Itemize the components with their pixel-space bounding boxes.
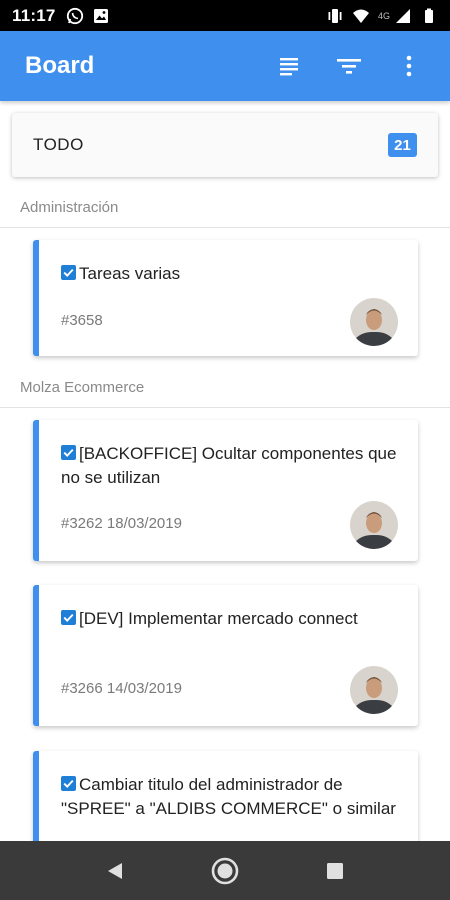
avatar bbox=[350, 666, 398, 714]
signal-icon bbox=[396, 8, 410, 23]
recents-icon bbox=[327, 862, 343, 879]
list-view-icon bbox=[280, 58, 298, 76]
home-button[interactable] bbox=[205, 851, 245, 891]
home-icon bbox=[211, 857, 239, 884]
checkbox-icon bbox=[61, 776, 76, 791]
app-actions bbox=[273, 50, 425, 82]
filter-button[interactable] bbox=[333, 50, 365, 82]
more-vert-icon bbox=[406, 55, 412, 77]
checkbox-icon bbox=[61, 610, 76, 625]
task-card[interactable]: Cambiar titulo del administrador de "SPR… bbox=[33, 751, 418, 841]
image-icon bbox=[93, 8, 108, 23]
checkbox-icon bbox=[61, 265, 76, 280]
column-header[interactable]: TODO 21 bbox=[12, 113, 438, 177]
back-button[interactable] bbox=[95, 851, 135, 891]
group-label: Molza Ecommerce bbox=[20, 379, 145, 396]
card-meta: #3262 18/03/2019 bbox=[61, 515, 182, 532]
board-content[interactable]: TODO 21 Administración Tareas varias #36… bbox=[0, 101, 450, 841]
status-left-icons bbox=[66, 7, 110, 25]
filter-icon bbox=[337, 59, 361, 74]
card-meta: #3266 14/03/2019 bbox=[61, 680, 182, 697]
checkbox-icon bbox=[61, 445, 76, 460]
column-title: TODO bbox=[33, 135, 84, 154]
app-title: Board bbox=[25, 52, 95, 79]
card-title: Tareas varias bbox=[61, 262, 404, 286]
card-title-text: Tareas varias bbox=[79, 264, 181, 283]
whatsapp-icon bbox=[66, 7, 83, 24]
group-label: Administración bbox=[20, 199, 119, 216]
avatar bbox=[350, 298, 398, 346]
card-title: Cambiar titulo del administrador de "SPR… bbox=[61, 773, 404, 821]
card-title: [BACKOFFICE] Ocultar componentes que no … bbox=[61, 442, 404, 490]
recents-button[interactable] bbox=[315, 851, 355, 891]
status-right-icons: 4G bbox=[326, 7, 438, 25]
network-type-label: 4G bbox=[377, 10, 390, 21]
system-nav-bar bbox=[0, 841, 450, 900]
app-bar: Board bbox=[0, 31, 450, 101]
card-meta: #3658 bbox=[61, 312, 103, 329]
wifi-icon bbox=[352, 9, 369, 23]
group-divider bbox=[0, 227, 450, 228]
vibrate-icon bbox=[328, 8, 342, 23]
card-title-text: [BACKOFFICE] Ocultar componentes que no … bbox=[61, 444, 397, 487]
back-icon bbox=[108, 862, 122, 879]
task-card[interactable]: [DEV] Implementar mercado connect #3266 … bbox=[33, 585, 418, 726]
task-card[interactable]: [BACKOFFICE] Ocultar componentes que no … bbox=[33, 420, 418, 561]
status-bar: 11:17 4G bbox=[0, 0, 450, 31]
card-title-text: Cambiar titulo del administrador de "SPR… bbox=[61, 775, 396, 818]
avatar bbox=[350, 501, 398, 549]
status-time: 11:17 bbox=[12, 5, 56, 25]
more-options-button[interactable] bbox=[393, 50, 425, 82]
list-view-button[interactable] bbox=[273, 50, 305, 82]
card-count-badge: 21 bbox=[388, 133, 417, 157]
battery-icon bbox=[425, 8, 433, 23]
card-title: [DEV] Implementar mercado connect bbox=[61, 607, 404, 631]
card-title-text: [DEV] Implementar mercado connect bbox=[79, 609, 358, 628]
group-divider bbox=[0, 407, 450, 408]
task-card[interactable]: Tareas varias #3658 bbox=[33, 240, 418, 356]
